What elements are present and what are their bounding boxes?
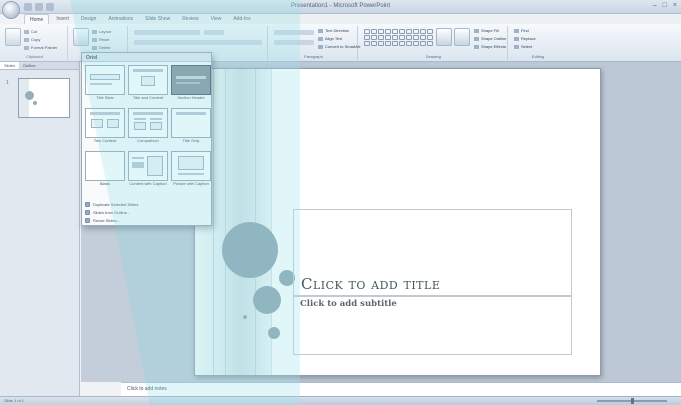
drawing-group-label: Drawing bbox=[426, 54, 441, 59]
layout-menu-commands: Duplicate Selected Slides Slides from Ou… bbox=[85, 200, 138, 224]
reuse-slides-command[interactable]: Reuse Slides... bbox=[85, 216, 138, 224]
decorative-circle bbox=[243, 315, 247, 319]
layout-label: Title and Content bbox=[132, 95, 164, 100]
tab-outline[interactable]: Outline bbox=[19, 62, 40, 69]
clipboard-group: Cut Copy Format Painter Clipboard bbox=[2, 26, 68, 60]
clipboard-group-label: Clipboard bbox=[25, 54, 44, 59]
bullets-buttons[interactable] bbox=[274, 30, 314, 35]
tab-slide-show[interactable]: Slide Show bbox=[140, 14, 175, 24]
shapes-gallery[interactable] bbox=[364, 29, 433, 46]
layout-blank[interactable]: Blank bbox=[85, 151, 125, 191]
slide-thumbnail[interactable] bbox=[18, 78, 70, 118]
layout-label: Comparison bbox=[137, 138, 159, 143]
select-button[interactable]: Select bbox=[514, 44, 532, 49]
editing-group: Find Replace Select Editing bbox=[510, 26, 566, 60]
paste-button[interactable] bbox=[5, 28, 21, 46]
tab-home[interactable]: Home bbox=[24, 14, 50, 24]
quick-styles-button[interactable] bbox=[454, 28, 470, 46]
title-bar: Presentation1 - Microsoft PowerPoint – □… bbox=[0, 0, 681, 19]
ribbon-tabs: Home Insert Design Animations Slide Show… bbox=[24, 14, 256, 24]
layout-comparison[interactable]: Comparison bbox=[128, 108, 168, 148]
notes-pane[interactable]: Click to add notes bbox=[121, 382, 681, 396]
drawing-group: Shape Fill Shape Outline Shape Effects D… bbox=[360, 26, 508, 60]
slides-pane: Slides Outline 1 bbox=[0, 62, 80, 396]
convert-smartart-button[interactable]: Convert to SmartArt bbox=[318, 44, 360, 49]
layout-picture-with-caption[interactable]: Picture with Caption bbox=[171, 151, 211, 191]
shape-fill-button[interactable]: Shape Fill bbox=[474, 28, 499, 33]
paragraph-group: Text Direction Align Text Convert to Sma… bbox=[270, 26, 360, 60]
layout-label: Two Content bbox=[93, 138, 117, 143]
office-button[interactable] bbox=[2, 1, 20, 19]
reset-button[interactable]: Reset bbox=[92, 37, 109, 42]
font-size-box[interactable] bbox=[204, 30, 224, 35]
text-direction-button[interactable]: Text Direction bbox=[318, 28, 349, 33]
layout-label: Blank bbox=[99, 181, 110, 186]
layout-content-with-caption[interactable]: Content with Caption bbox=[128, 151, 168, 191]
align-text-button[interactable]: Align Text bbox=[318, 36, 342, 41]
zoom-slider[interactable] bbox=[597, 398, 667, 404]
window-controls: – □ × bbox=[653, 2, 677, 9]
layout-grid: Title Slide Title and Content Section He… bbox=[85, 65, 211, 191]
tab-view[interactable]: View bbox=[206, 14, 227, 24]
delete-button[interactable]: Delete bbox=[92, 45, 111, 50]
replace-button[interactable]: Replace bbox=[514, 36, 536, 41]
decorative-circle bbox=[253, 286, 281, 314]
cut-button[interactable]: Cut bbox=[24, 29, 37, 34]
maximize-button[interactable]: □ bbox=[663, 2, 667, 9]
subtitle-placeholder[interactable]: Click to add subtitle bbox=[293, 295, 572, 355]
shape-effects-button[interactable]: Shape Effects bbox=[474, 44, 506, 49]
layout-label: Title Slide bbox=[96, 95, 114, 100]
layout-gallery-header: Oriel bbox=[82, 53, 211, 62]
close-button[interactable]: × bbox=[673, 2, 677, 9]
layout-label: Section Header bbox=[177, 95, 205, 100]
duplicate-slides-command[interactable]: Duplicate Selected Slides bbox=[85, 200, 138, 208]
decorative-circle bbox=[222, 222, 278, 278]
notes-placeholder: Click to add notes bbox=[127, 386, 167, 392]
layout-button[interactable]: Layout bbox=[92, 29, 111, 34]
layout-gallery-menu: Oriel Title Slide Title and Content Sect… bbox=[81, 52, 212, 226]
window-title: Presentation1 - Microsoft PowerPoint bbox=[290, 3, 391, 9]
tab-slides[interactable]: Slides bbox=[0, 62, 19, 69]
status-bar: Slide 1 of 1 bbox=[0, 396, 681, 405]
font-format-buttons[interactable] bbox=[134, 40, 262, 45]
pane-tabs: Slides Outline bbox=[0, 62, 79, 70]
minimize-button[interactable]: – bbox=[653, 2, 657, 9]
paragraph-group-label: Paragraph bbox=[304, 54, 323, 59]
new-slide-button[interactable] bbox=[73, 28, 89, 46]
decorative-circle bbox=[268, 327, 280, 339]
editing-group-label: Editing bbox=[531, 54, 545, 59]
copy-button[interactable]: Copy bbox=[24, 37, 40, 42]
layout-label: Picture with Caption bbox=[173, 181, 209, 186]
slide-canvas[interactable]: Click to add title Click to add subtitle bbox=[194, 68, 601, 376]
layout-label: Title Only bbox=[182, 138, 200, 143]
tab-review[interactable]: Review bbox=[177, 14, 203, 24]
alignment-buttons[interactable] bbox=[274, 40, 314, 45]
tab-add-ins[interactable]: Add-Ins bbox=[228, 14, 255, 24]
slides-from-outline-command[interactable]: Slides from Outline... bbox=[85, 208, 138, 216]
shape-outline-button[interactable]: Shape Outline bbox=[474, 36, 506, 41]
find-button[interactable]: Find bbox=[514, 28, 529, 33]
layout-title-slide[interactable]: Title Slide bbox=[85, 65, 125, 105]
tab-design[interactable]: Design bbox=[76, 14, 102, 24]
format-painter-button[interactable]: Format Painter bbox=[24, 45, 57, 50]
font-name-box[interactable] bbox=[134, 30, 200, 35]
subtitle-placeholder-text: Click to add subtitle bbox=[300, 299, 397, 309]
layout-section-header[interactable]: Section Header bbox=[171, 65, 211, 105]
tab-insert[interactable]: Insert bbox=[51, 14, 74, 24]
layout-two-content[interactable]: Two Content bbox=[85, 108, 125, 148]
layout-label: Content with Caption bbox=[129, 181, 167, 186]
title-placeholder-text: Click to add title bbox=[301, 275, 441, 293]
outline-icon bbox=[85, 209, 90, 215]
duplicate-icon bbox=[85, 201, 90, 207]
tab-animations[interactable]: Animations bbox=[103, 14, 138, 24]
arrange-button[interactable] bbox=[436, 28, 452, 46]
title-placeholder[interactable]: Click to add title bbox=[293, 209, 572, 297]
slide-number: 1 bbox=[6, 80, 9, 86]
status-text: Slide 1 of 1 bbox=[4, 398, 25, 403]
layout-title-and-content[interactable]: Title and Content bbox=[128, 65, 168, 105]
reuse-icon bbox=[85, 217, 90, 223]
layout-title-only[interactable]: Title Only bbox=[171, 108, 211, 148]
